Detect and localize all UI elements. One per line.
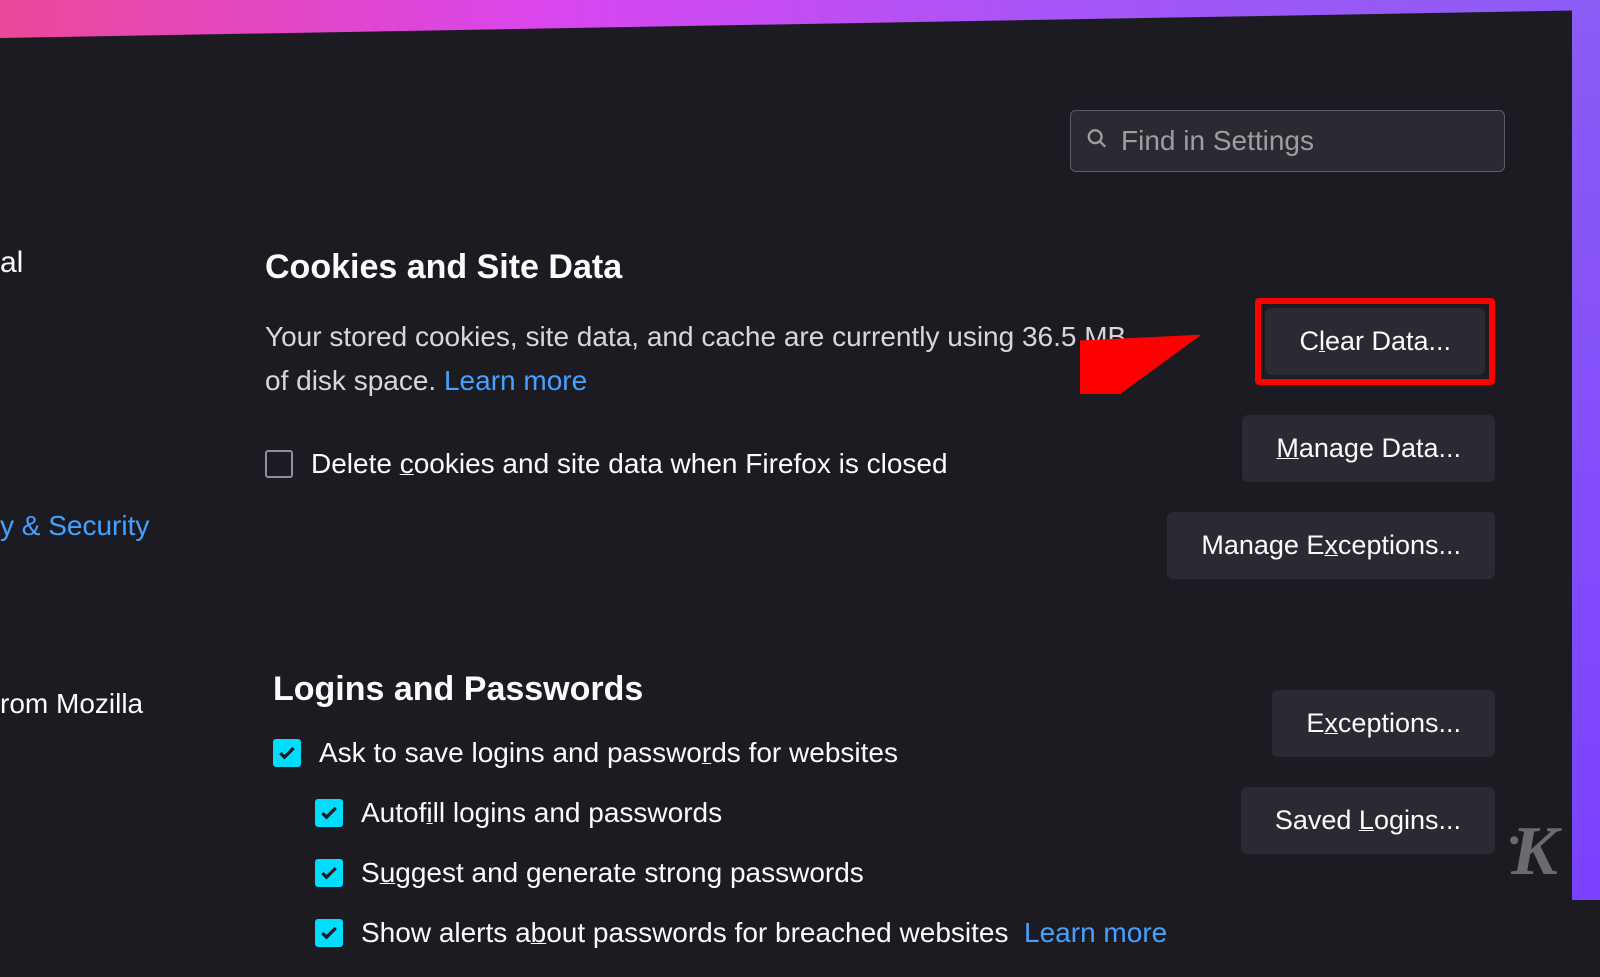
delete-cookies-label: Delete cookies and site data when Firefo…	[311, 448, 948, 480]
suggest-passwords-label: Suggest and generate strong passwords	[361, 857, 864, 889]
watermark: K	[1509, 812, 1556, 892]
search-container	[1070, 110, 1505, 172]
cookies-desc-text: Your stored cookies, site data, and cach…	[265, 321, 1126, 396]
cookies-learn-more-link[interactable]: Learn more	[444, 365, 587, 396]
highlight-annotation: Clear Data...	[1255, 298, 1495, 385]
suggest-passwords-row: Suggest and generate strong passwords	[315, 857, 1535, 889]
search-icon	[1086, 128, 1108, 155]
breach-alerts-row: Show alerts about passwords for breached…	[315, 917, 1535, 949]
ask-save-logins-checkbox[interactable]	[273, 739, 301, 767]
delete-cookies-checkbox[interactable]	[265, 450, 293, 478]
sidebar-item-privacy-security[interactable]: y & Security	[0, 510, 149, 542]
suggest-passwords-checkbox[interactable]	[315, 859, 343, 887]
logins-buttons: Exceptions... Saved Logins...	[1241, 690, 1495, 854]
saved-logins-button[interactable]: Saved Logins...	[1241, 787, 1495, 854]
settings-panel: al y & Security rom Mozilla Cookies and …	[0, 11, 1572, 900]
autofill-checkbox[interactable]	[315, 799, 343, 827]
breach-learn-more-link[interactable]: Learn more	[1024, 917, 1167, 948]
sidebar-item-more-from-mozilla[interactable]: rom Mozilla	[0, 688, 143, 720]
manage-exceptions-button[interactable]: Manage Exceptions...	[1167, 512, 1495, 579]
breach-alerts-label: Show alerts about passwords for breached…	[361, 917, 1167, 949]
autofill-label: Autofill logins and passwords	[361, 797, 722, 829]
cookies-buttons: Clear Data... Manage Data... Manage Exce…	[1167, 298, 1495, 579]
breach-alerts-checkbox[interactable]	[315, 919, 343, 947]
clear-data-button[interactable]: Clear Data...	[1265, 308, 1485, 375]
manage-data-button[interactable]: Manage Data...	[1242, 415, 1495, 482]
main-content: Cookies and Site Data Your stored cookie…	[265, 248, 1535, 949]
cookies-section-title: Cookies and Site Data	[265, 248, 1535, 287]
gradient-border-right	[1572, 0, 1600, 900]
sidebar-item-general[interactable]: al	[0, 246, 23, 280]
cookies-description: Your stored cookies, site data, and cach…	[265, 315, 1135, 402]
ask-save-logins-label: Ask to save logins and passwords for web…	[319, 737, 898, 769]
search-input[interactable]	[1070, 110, 1505, 172]
logins-exceptions-button[interactable]: Exceptions...	[1272, 690, 1495, 757]
